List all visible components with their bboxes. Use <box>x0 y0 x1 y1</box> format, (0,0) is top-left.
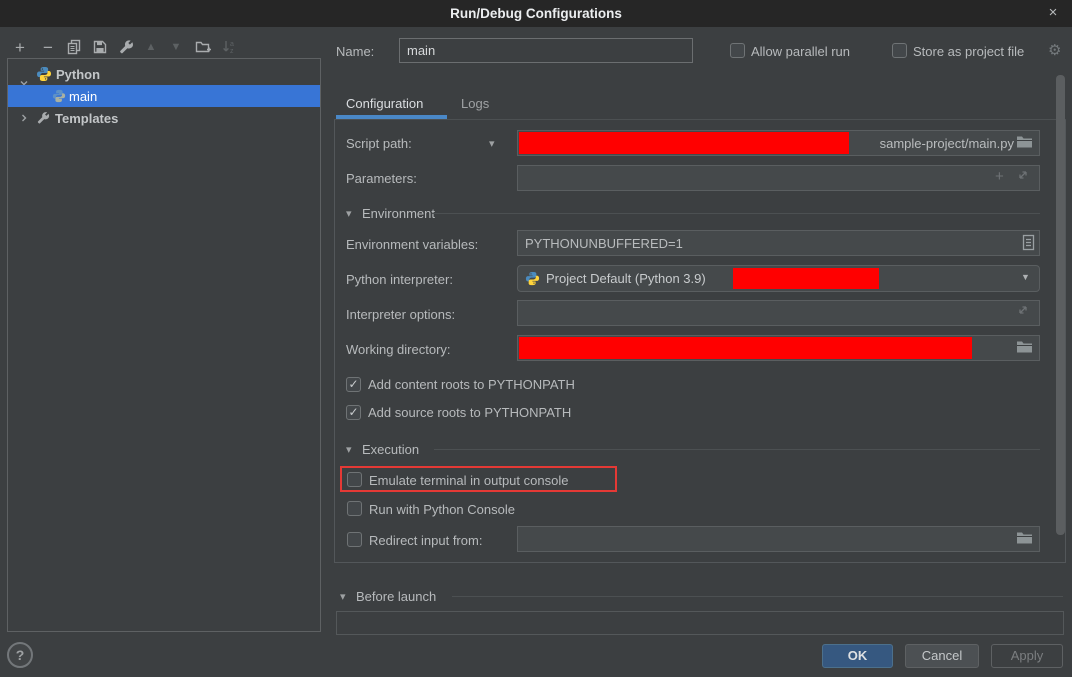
move-up-button[interactable]: ▲ <box>139 36 163 58</box>
environment-section-header[interactable]: Environment <box>362 206 435 221</box>
interpreter-options-field[interactable] <box>517 300 1040 326</box>
dialog-title: Run/Debug Configurations <box>0 0 1072 27</box>
redaction-overlay <box>519 132 849 154</box>
store-as-project-file-label[interactable]: Store as project file <box>913 44 1024 59</box>
python-logo-icon <box>36 66 52 82</box>
collapse-arrow-icon[interactable]: ▾ <box>346 443 352 456</box>
tree-label-python[interactable]: Python <box>56 67 100 82</box>
environment-variables-label: Environment variables: <box>346 237 478 252</box>
redirect-input-checkbox[interactable] <box>347 532 362 547</box>
before-launch-section-header[interactable]: Before launch <box>356 589 436 604</box>
emulate-terminal-label[interactable]: Emulate terminal in output console <box>369 473 568 488</box>
folder-icon[interactable] <box>1016 339 1033 354</box>
sort-az-icon: az <box>221 39 237 55</box>
close-icon[interactable]: × <box>1042 0 1064 27</box>
plus-icon: + <box>15 39 25 56</box>
tree-item-python-group[interactable]: Python <box>8 63 320 85</box>
name-label: Name: <box>336 44 374 59</box>
gear-icon[interactable]: ⚙ <box>1048 41 1061 59</box>
collapse-arrow-icon[interactable]: ▾ <box>346 207 352 220</box>
svg-text:z: z <box>230 48 234 55</box>
execution-section-header[interactable]: Execution <box>362 442 419 457</box>
copy-icon <box>66 39 82 55</box>
python-logo-icon <box>525 271 540 286</box>
remove-configuration-button[interactable]: − <box>36 36 60 58</box>
add-content-roots-checkbox[interactable] <box>346 377 361 392</box>
name-input[interactable] <box>399 38 693 63</box>
arrow-up-icon: ▲ <box>146 42 157 53</box>
script-path-value: sample-project/main.py <box>880 136 1014 151</box>
arrow-down-icon: ▼ <box>171 42 182 53</box>
redirect-input-label[interactable]: Redirect input from: <box>369 533 482 548</box>
new-folder-button[interactable] <box>191 36 215 58</box>
svg-text:a: a <box>230 41 234 48</box>
add-content-roots-label[interactable]: Add content roots to PYTHONPATH <box>368 377 575 392</box>
collapse-arrow-icon[interactable]: ▾ <box>340 590 346 603</box>
add-source-roots-label[interactable]: Add source roots to PYTHONPATH <box>368 405 571 420</box>
expand-field-icon[interactable] <box>1016 168 1030 182</box>
save-configuration-button[interactable] <box>88 36 112 58</box>
tree-label-main[interactable]: main <box>69 89 97 104</box>
new-folder-icon <box>195 39 212 55</box>
apply-button[interactable]: Apply <box>991 644 1063 668</box>
tree-item-main-selected[interactable]: main <box>8 85 320 107</box>
help-button[interactable]: ? <box>7 642 33 668</box>
python-logo-icon <box>52 89 66 103</box>
section-divider <box>452 596 1063 597</box>
tree-label-templates[interactable]: Templates <box>55 111 118 126</box>
dropdown-arrow-icon[interactable]: ▼ <box>1021 272 1030 282</box>
chevron-right-icon[interactable] <box>18 112 30 124</box>
run-with-python-console-label[interactable]: Run with Python Console <box>369 502 515 517</box>
browse-variables-icon[interactable] <box>1022 234 1035 251</box>
sort-configurations-button[interactable]: az <box>217 36 241 58</box>
parameters-field[interactable] <box>517 165 1040 191</box>
redaction-overlay <box>733 268 879 289</box>
environment-variables-value: PYTHONUNBUFFERED=1 <box>525 236 683 251</box>
insert-macro-plus-icon[interactable]: + <box>995 168 1004 185</box>
run-debug-configurations-dialog: Run/Debug Configurations × + − ▲ ▼ az Py… <box>0 0 1072 677</box>
add-source-roots-checkbox[interactable] <box>346 405 361 420</box>
expand-field-icon[interactable] <box>1016 303 1030 317</box>
wrench-icon <box>36 111 50 125</box>
run-with-python-console-checkbox[interactable] <box>347 501 362 516</box>
save-icon <box>92 39 108 55</box>
parameters-label: Parameters: <box>346 171 417 186</box>
wrench-icon <box>118 39 134 55</box>
store-as-project-file-checkbox[interactable] <box>892 43 907 58</box>
section-divider <box>434 449 1040 450</box>
move-down-button[interactable]: ▼ <box>164 36 188 58</box>
configurations-tree: Python main Templates <box>7 58 321 632</box>
allow-parallel-run-label[interactable]: Allow parallel run <box>751 44 850 59</box>
copy-configuration-button[interactable] <box>62 36 86 58</box>
python-interpreter-label: Python interpreter: <box>346 272 453 287</box>
chevron-down-icon[interactable]: ▾ <box>489 137 495 150</box>
section-divider <box>432 213 1040 214</box>
emulate-terminal-checkbox[interactable] <box>347 472 362 487</box>
ok-button[interactable]: OK <box>822 644 893 668</box>
cancel-button[interactable]: Cancel <box>905 644 979 668</box>
tab-configuration[interactable]: Configuration <box>346 96 423 116</box>
interpreter-options-label: Interpreter options: <box>346 307 455 322</box>
title-bar: Run/Debug Configurations × <box>0 0 1072 27</box>
before-launch-task-list[interactable] <box>336 611 1064 635</box>
tree-item-templates[interactable]: Templates <box>8 107 320 129</box>
vertical-scrollbar-thumb[interactable] <box>1056 75 1065 535</box>
tab-logs[interactable]: Logs <box>461 96 489 116</box>
add-configuration-button[interactable]: + <box>8 36 32 58</box>
allow-parallel-run-checkbox[interactable] <box>730 43 745 58</box>
working-directory-label: Working directory: <box>346 342 451 357</box>
redirect-input-field[interactable] <box>517 526 1040 552</box>
redaction-overlay <box>519 337 972 359</box>
folder-icon[interactable] <box>1016 134 1033 149</box>
edit-templates-button[interactable] <box>114 36 138 58</box>
script-path-label: Script path: <box>346 136 412 151</box>
python-interpreter-value: Project Default (Python 3.9) <box>546 271 706 286</box>
minus-icon: − <box>43 39 53 56</box>
folder-icon[interactable] <box>1016 530 1033 545</box>
